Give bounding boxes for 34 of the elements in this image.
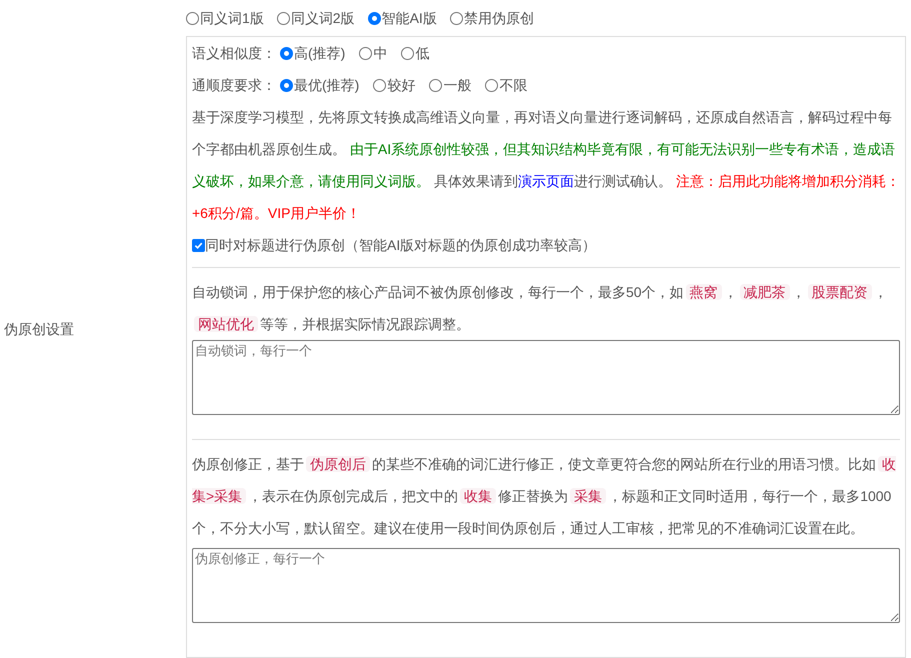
option-label[interactable]: 高(推荐) bbox=[294, 42, 346, 64]
checkbox-label[interactable]: 同时对标题进行伪原创（智能AI版对标题的伪原创成功率较高） bbox=[205, 234, 596, 256]
lock-words-help: 自动锁词，用于保护您的核心产品词不被伪原创修改，每行一个，最多50个，如 燕窝 ， 减肥茶 ， 股票配资 ， 网站优化 等等，并根据实际情况跟踪调整。 bbox=[192, 283, 889, 334]
lock-words-input[interactable]: 自动锁词，每行一个 bbox=[192, 340, 900, 415]
radio-button[interactable] bbox=[429, 78, 442, 92]
option-label[interactable]: 中 bbox=[373, 42, 388, 64]
check-icon bbox=[194, 240, 203, 250]
mode-option-label[interactable]: 智能AI版 bbox=[382, 8, 437, 28]
demo-link[interactable]: 演示页面 bbox=[518, 173, 574, 189]
mode-option-label[interactable]: 同义词2版 bbox=[290, 8, 355, 28]
radio-button[interactable] bbox=[186, 12, 199, 24]
option-label[interactable]: 低 bbox=[415, 42, 430, 64]
radio-button[interactable] bbox=[368, 12, 381, 24]
setting-label: 通顺度要求： bbox=[192, 76, 276, 94]
checkbox[interactable] bbox=[192, 238, 205, 252]
radio-button[interactable] bbox=[280, 78, 293, 92]
radio-button[interactable] bbox=[359, 46, 372, 60]
option-label[interactable]: 一般 bbox=[443, 74, 472, 96]
description-text: 基于深度学习模型，先将原文转换成高维语义向量，再对语义向量进行逐词解码，还原成自然语言，解码过程中每个字都由机器原创生成。 由于AI系统原创性较强，但其知识结构毕竟有限，有可能无法识别一些专有术语，造成语义破坏，如果介意，请使用同义词版。 具体效果请到演示页面进行测试确认。 注意：启用此功能将增加积分消耗：+6积分/篇。VIP用户半价！ bbox=[192, 108, 900, 223]
option-label[interactable]: 最优(推荐) bbox=[294, 74, 360, 96]
radio-button[interactable] bbox=[373, 78, 386, 92]
setting-label: 语义相似度： bbox=[192, 44, 276, 62]
mode-option-label[interactable]: 同义词1版 bbox=[200, 8, 264, 28]
correction-input[interactable]: 伪原创修正，每行一个 bbox=[192, 548, 900, 623]
radio-button[interactable] bbox=[276, 12, 290, 24]
radio-button[interactable] bbox=[401, 46, 414, 60]
correction-help: 伪原创修正，基于 伪原创后 的某些不准确的词汇进行修正，使文章更符合您的网站所在行业的用语习惯。比如 收集>采集 ，表示在伪原创完成后，把文中的 收集 修正替换为 采集 ，标题和正文同时适用，每行一个，最多1000个，不分大小写，默认留空。建议在使用一段时间伪原创后，通过人工审核，把常见的不准确词汇设置在此。 bbox=[192, 455, 897, 538]
option-label[interactable]: 不限 bbox=[499, 74, 528, 96]
option-label[interactable]: 较好 bbox=[387, 74, 416, 96]
radio-button[interactable] bbox=[485, 78, 498, 92]
mode-option-label[interactable]: 禁用伪原创 bbox=[464, 8, 534, 28]
section-label: 伪原创设置 bbox=[4, 320, 74, 338]
radio-button[interactable] bbox=[450, 12, 463, 24]
radio-button[interactable] bbox=[280, 46, 293, 60]
